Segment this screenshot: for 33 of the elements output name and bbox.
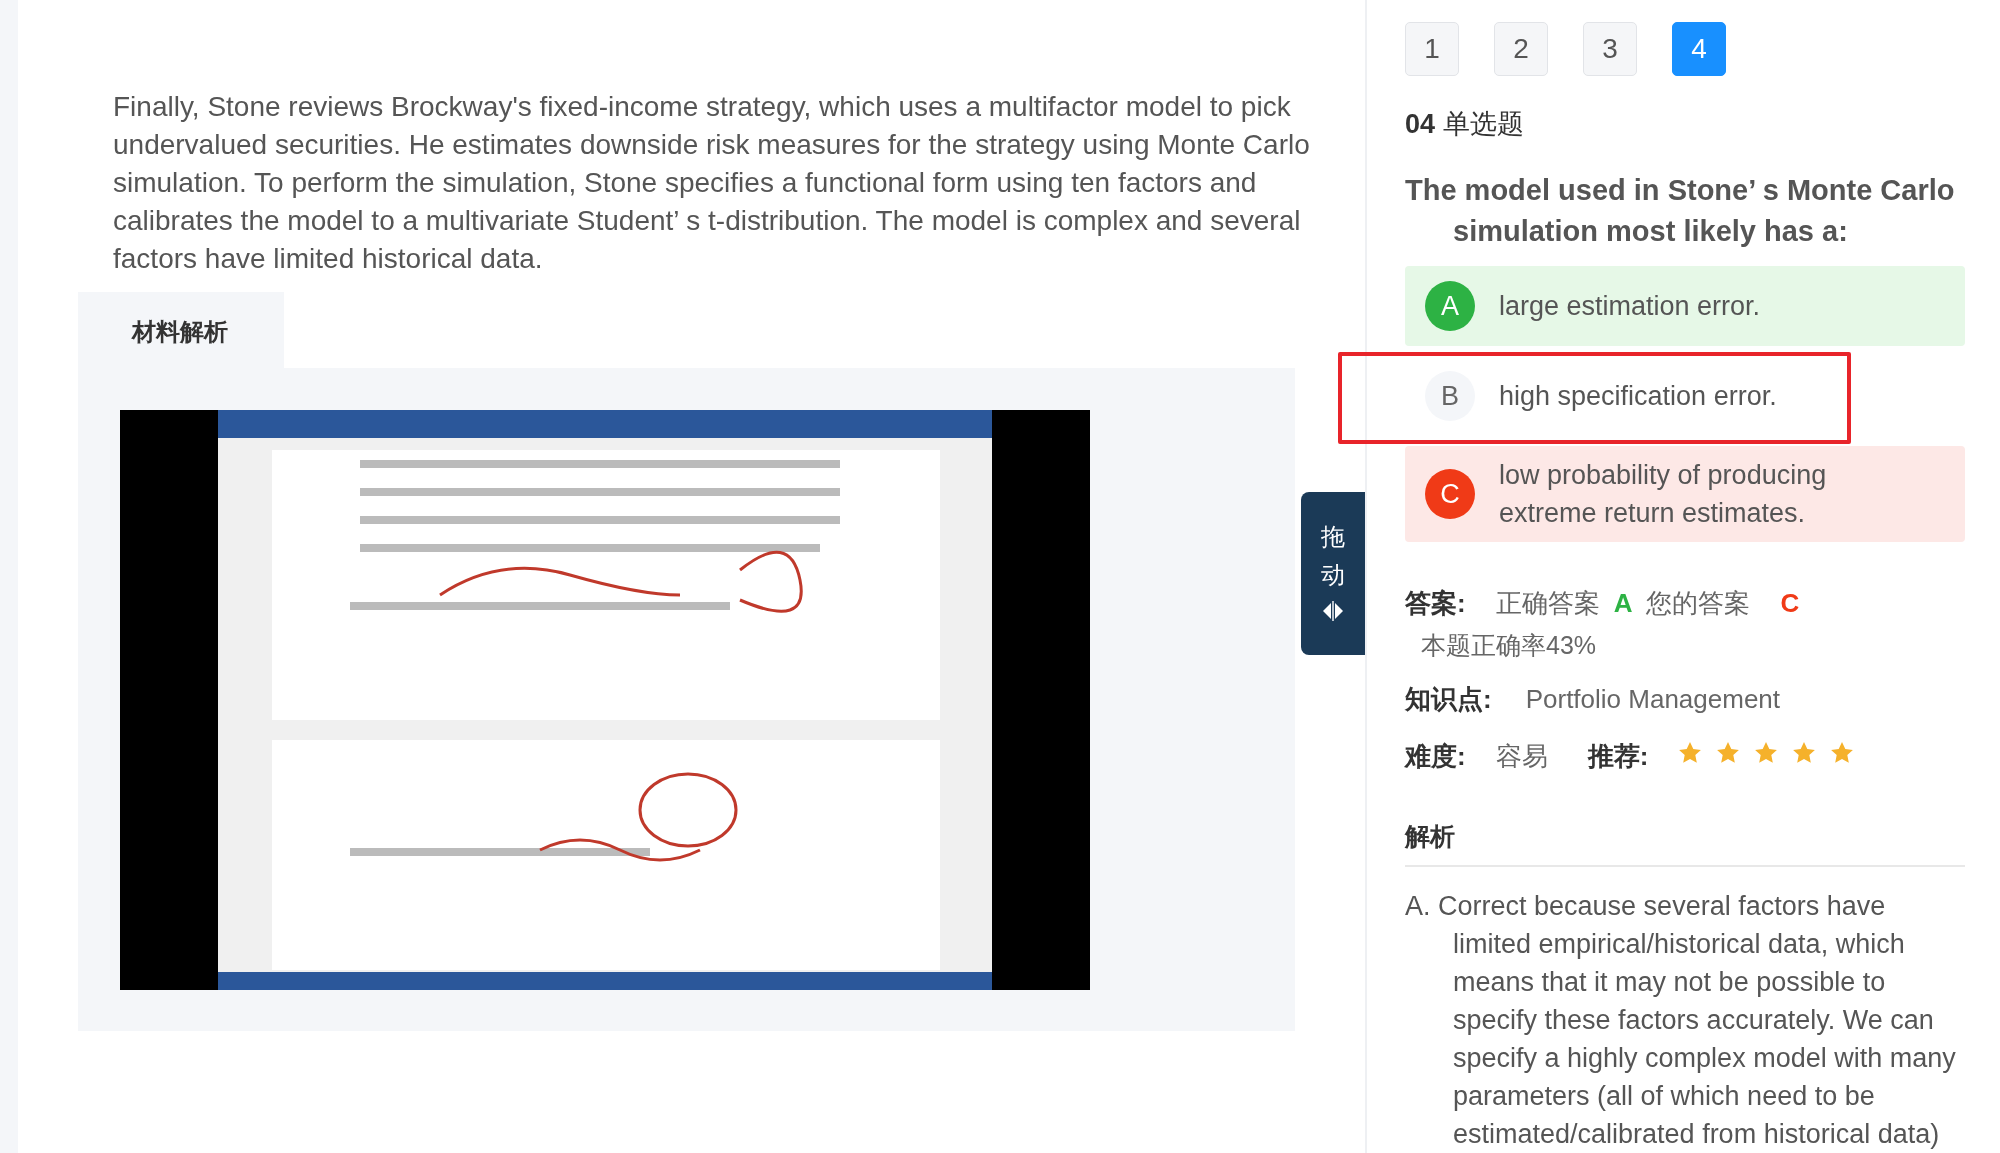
analysis-text: A. Correct because several factors have limited empirical/historical data, which means that it may not be possible to specify these factors accurately. We can specify a highly complex model with many parameters (all of which need to be estimated/calibrated from historical data) (1405, 890, 1957, 1151)
star-icon (1792, 741, 1817, 765)
star-icon (1830, 741, 1855, 765)
your-answer: C (1780, 588, 1800, 619)
option-letter: C (1425, 469, 1475, 519)
answer-option[interactable]: B high specification error. (1405, 356, 1965, 436)
analysis-title: 解析 (1405, 820, 1965, 867)
question-text: The model used in Stone’ s Monte Carlo simulation most likely has a: (1405, 173, 1956, 249)
your-answer-label: 您的答案 (1646, 587, 1751, 620)
accuracy-rate: 本题正确率43% (1421, 630, 1598, 661)
star-icon (1716, 741, 1741, 765)
passage-text: Finally, Stone reviews Brockway's fixed-income strategy, which uses a multifactor model to pick undervalued securities. He estimates downside risk measures for the strategy using Monte Carlo simulation. To perform the simulation, Stone specifies a functional form using ten factors and calibrates the model to a multivariate Student’ s t-distribution. The model is complex and several factors have limited historical data. (113, 90, 1311, 276)
question-number-button[interactable]: 3 (1583, 22, 1637, 76)
knowledge-label: 知识点: (1405, 683, 1492, 716)
correct-answer: A (1613, 588, 1633, 619)
star-icon (1678, 741, 1703, 765)
correct-answer-label: 正确答案 (1495, 587, 1600, 620)
question-number-button[interactable]: 1 (1405, 22, 1459, 76)
material-tab[interactable]: 材料解析 (78, 292, 284, 368)
answer-option[interactable]: A large estimation error. (1405, 266, 1965, 346)
question-number-button[interactable]: 2 (1494, 22, 1548, 76)
difficulty-value: 容易 (1495, 740, 1548, 773)
answer-label: 答案: (1405, 587, 1466, 620)
option-letter: B (1425, 371, 1475, 421)
difficulty-label: 难度: (1405, 740, 1466, 773)
option-letter: A (1425, 281, 1475, 331)
drag-handle[interactable]: 拖动 (1301, 492, 1365, 655)
question-type: 04 单选题 (1405, 108, 1525, 141)
answer-option[interactable]: C low probability of producing extreme return estimates. (1405, 446, 1965, 542)
resize-icon (1322, 600, 1344, 621)
knowledge-value: Portfolio Management (1525, 684, 1781, 715)
recommend-label: 推荐: (1587, 740, 1649, 773)
star-icon (1754, 741, 1779, 765)
